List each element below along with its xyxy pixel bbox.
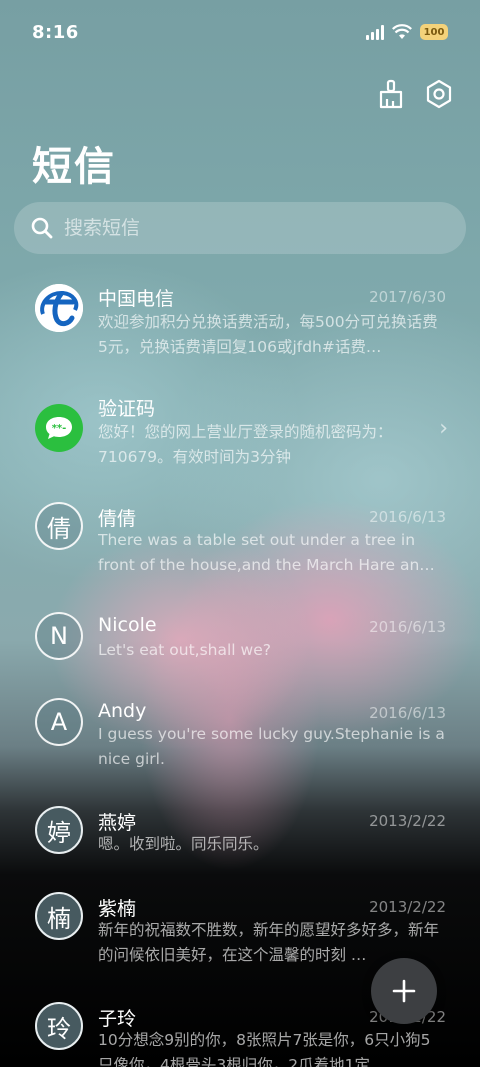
conversation-preview: I guess you're some lucky guy.Stephanie …	[98, 725, 445, 768]
conversation-preview: 10分想念9别的你，8张照片7张是你，6只小狗5只像你，4根骨头3根归你，2爪着…	[98, 1031, 431, 1067]
search-input[interactable]	[64, 217, 466, 239]
conversation-name: 紫楠	[98, 898, 137, 920]
battery-level: 100	[423, 26, 445, 38]
conversation-item[interactable]: 婷 燕婷 2013/2/22 嗯。收到啦。同乐同乐。	[0, 806, 480, 902]
conversation-preview: 嗯。收到啦。同乐同乐。	[98, 835, 269, 853]
conversation-date: 2016/6/13	[369, 508, 446, 526]
conversation-date: 2017/6/30	[369, 288, 446, 306]
china-telecom-logo-icon	[35, 284, 83, 332]
conversation-preview: There was a table set out under a tree i…	[98, 531, 435, 574]
plus-icon	[392, 979, 416, 1003]
battery-icon: 100	[420, 24, 448, 40]
wifi-icon	[392, 24, 412, 39]
conversation-name: 倩倩	[98, 508, 137, 530]
svg-text:**-: **-	[52, 423, 67, 434]
top-actions	[376, 78, 454, 110]
conversation-date: 2013/2/22	[369, 898, 446, 916]
search-icon	[31, 217, 53, 239]
message-bubble-icon: **-	[35, 404, 83, 452]
conversation-preview: 欢迎参加积分兑换话费活动，每500分可兑换话费5元，兑换话费请回复106或jfd…	[98, 313, 438, 356]
cellular-signal-icon	[366, 24, 384, 40]
page-title: 短信	[32, 144, 116, 190]
conversation-name: Andy	[98, 700, 147, 722]
conversation-preview: 您好！您的网上营业厅登录的随机密码为：710679。有效时间为3分钟	[98, 423, 393, 466]
conversation-preview: Let's eat out,shall we?	[98, 641, 271, 659]
contact-avatar: 婷	[35, 806, 83, 854]
status-bar: 8:16 100	[0, 0, 480, 68]
contact-avatar: 楠	[35, 892, 83, 940]
broom-icon	[379, 79, 403, 109]
search-bar[interactable]	[14, 202, 466, 254]
contact-avatar: 倩	[35, 502, 83, 550]
contact-avatar: N	[35, 612, 83, 660]
conversation-item[interactable]: 中国电信 2017/6/30 欢迎参加积分兑换话费活动，每500分可兑换话费5元…	[0, 282, 480, 378]
conversation-name: 验证码	[98, 398, 156, 420]
clean-button[interactable]	[376, 78, 406, 110]
conversation-name: 中国电信	[98, 288, 175, 310]
conversation-name: 燕婷	[98, 812, 137, 834]
conversation-date: 2013/2/22	[369, 812, 446, 830]
conversation-date: 2016/6/13	[369, 618, 446, 636]
conversation-item[interactable]: A Andy 2016/6/13 I guess you're some luc…	[0, 698, 480, 794]
contact-avatar: 玲	[35, 1002, 83, 1050]
conversation-name: 子玲	[98, 1008, 137, 1030]
settings-hexagon-icon	[426, 79, 452, 109]
conversation-name: Nicole	[98, 614, 157, 636]
chevron-right-icon: ›	[439, 416, 448, 441]
new-message-button[interactable]	[371, 958, 437, 1024]
conversation-item[interactable]: N Nicole 2016/6/13 Let's eat out,shall w…	[0, 612, 480, 708]
contact-avatar: A	[35, 698, 83, 746]
status-time: 8:16	[32, 22, 79, 43]
conversation-item[interactable]: **- 验证码 您好！您的网上营业厅登录的随机密码为：710679。有效时间为3…	[0, 392, 480, 488]
conversation-date: 2016/6/13	[369, 704, 446, 722]
status-icons: 100	[366, 24, 448, 40]
conversation-item[interactable]: 倩 倩倩 2016/6/13 There was a table set out…	[0, 502, 480, 598]
settings-button[interactable]	[424, 78, 454, 110]
